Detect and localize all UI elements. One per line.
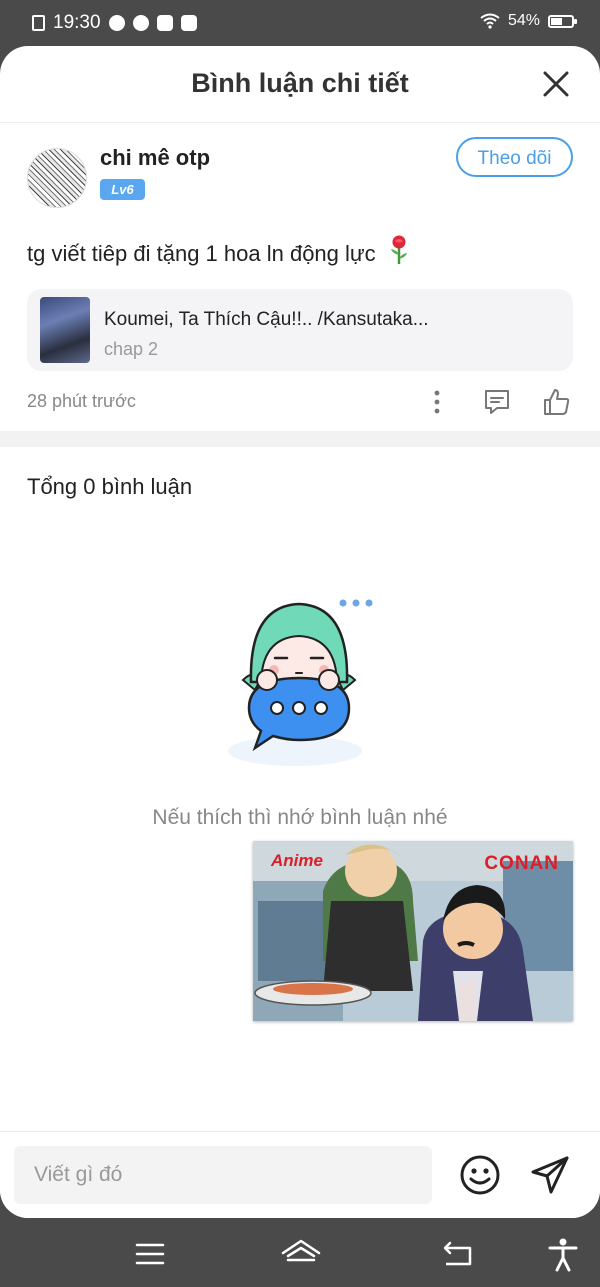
story-thumbnail — [40, 297, 90, 363]
back-icon[interactable] — [440, 1236, 476, 1272]
close-icon[interactable] — [542, 70, 570, 98]
status-right: 54% — [480, 12, 577, 30]
ad-brand-conan: CONAN — [484, 853, 559, 874]
messenger-icon — [108, 15, 125, 31]
comment-card: chi mê otp Lv6 Theo dõi tg viết tiêp đi … — [0, 123, 600, 431]
timestamp: 28 phút trước — [27, 391, 136, 411]
like-icon[interactable] — [542, 387, 572, 417]
home-icon[interactable] — [280, 1236, 322, 1272]
empty-state-message: Nếu thích thì nhớ bình luận nhé — [152, 806, 448, 829]
follow-button[interactable]: Theo dõi — [456, 137, 573, 177]
level-badge: Lv6 — [100, 179, 145, 200]
status-left: 19:30 — [32, 12, 197, 34]
wifi-icon — [480, 13, 500, 29]
file-icon — [32, 15, 45, 31]
reply-count: Tổng 0 bình luận — [27, 474, 193, 499]
battery-percent: 54% — [507, 12, 540, 29]
empty-state-illustration-icon — [228, 599, 373, 766]
comment-input[interactable] — [14, 1146, 432, 1204]
comment-input-bar — [0, 1131, 600, 1218]
floating-ad-video[interactable]: Anime CONAN — [253, 841, 573, 1021]
compass-icon — [132, 15, 149, 31]
more-vertical-icon[interactable] — [422, 387, 452, 417]
system-nav-bar — [0, 1218, 600, 1287]
ad-brand-anime: Anime — [271, 851, 323, 870]
section-divider — [0, 431, 600, 447]
emoji-icon[interactable] — [459, 1154, 501, 1196]
reply-icon[interactable] — [482, 387, 512, 417]
sheet-header: Bình luận chi tiết — [0, 46, 600, 123]
story-card[interactable]: Koumei, Ta Thích Cậu!!.. /Kansutaka... c… — [27, 289, 573, 371]
battery-icon — [548, 14, 577, 28]
status-time: 19:30 — [53, 12, 101, 33]
send-icon[interactable] — [529, 1154, 571, 1196]
username[interactable]: chi mê otp — [100, 145, 210, 171]
comment-detail-sheet: Bình luận chi tiết chi mê otp Lv6 Theo d… — [0, 46, 600, 1218]
accessibility-icon[interactable] — [545, 1236, 581, 1272]
page-title: Bình luận chi tiết — [191, 68, 409, 98]
story-chapter: chap 2 — [104, 339, 159, 359]
comment-text: tg viết tiêp đi tặng 1 hoa ln động lực — [27, 235, 410, 267]
comment-body: tg viết tiêp đi tặng 1 hoa ln động lực — [27, 241, 376, 266]
rose-emoji-icon — [390, 235, 407, 264]
story-title: Koumei, Ta Thích Cậu!!.. /Kansutaka... — [104, 309, 429, 330]
battery-fill — [551, 17, 562, 25]
menu-icon[interactable] — [132, 1236, 168, 1272]
youtube-icon — [180, 15, 197, 31]
facebook-icon — [156, 15, 173, 31]
avatar[interactable] — [27, 148, 87, 208]
status-bar: 19:30 54% — [0, 0, 600, 46]
